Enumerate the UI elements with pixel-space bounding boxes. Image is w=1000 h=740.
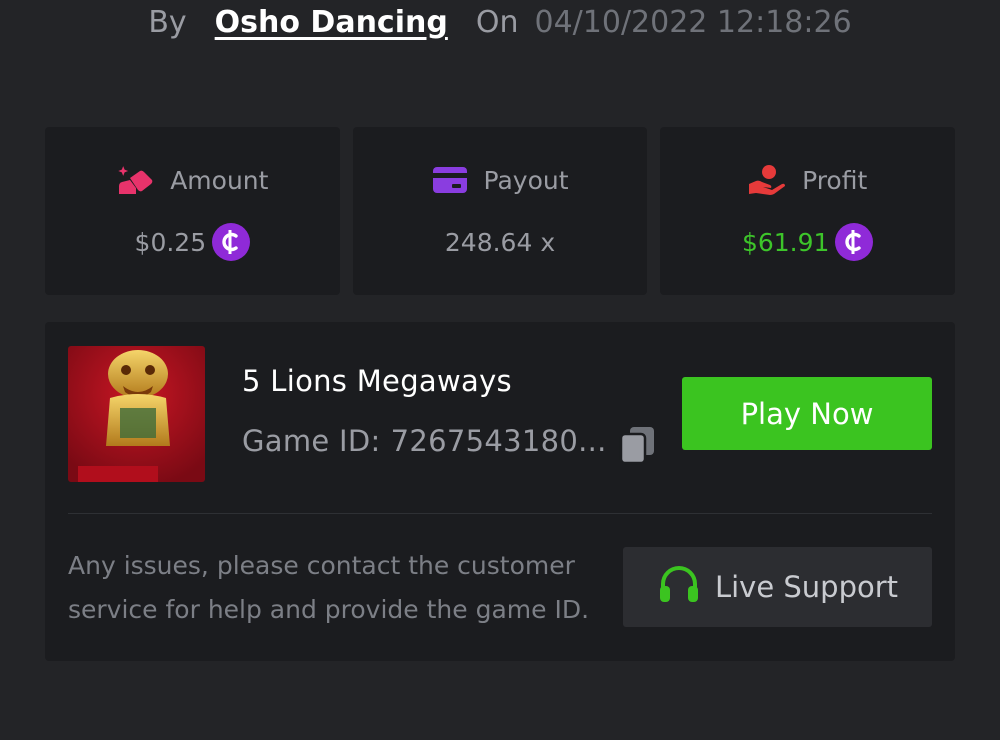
payout-value-row: 248.64 x [445, 223, 555, 261]
payout-label: Payout [483, 165, 569, 195]
play-now-button[interactable]: Play Now [682, 377, 932, 450]
coin-icon [835, 223, 874, 261]
headset-icon [657, 564, 701, 611]
payout-value: 248.64 x [444, 227, 556, 257]
live-support-label: Live Support [714, 570, 899, 604]
help-text: Any issues, please contact the customer … [68, 551, 590, 624]
on-label: On [475, 4, 519, 40]
bet-details-page: By Osho Dancing On 04/10/2022 12:18:26 A… [0, 0, 1000, 740]
author-link[interactable]: Osho Dancing [215, 5, 448, 40]
profit-title: Profit [748, 163, 867, 197]
profit-label: Profit [802, 165, 868, 195]
copy-icon[interactable] [619, 425, 657, 465]
live-support-button[interactable]: Live Support [623, 547, 932, 627]
amount-value-row: $0.25 [135, 223, 251, 261]
profit-value-row: $61.91 [741, 223, 874, 261]
game-card: 5 Lions Megaways Game ID: 7267543180... … [45, 322, 955, 661]
bet-amount-icon [116, 164, 154, 196]
profit-card: Profit $61.91 [660, 127, 956, 295]
hand-profit-icon [748, 164, 786, 196]
game-id: Game ID: 7267543180... [242, 424, 607, 458]
payout-card: Payout 248.64 x [352, 127, 648, 295]
game-id-label: Game ID: [242, 424, 381, 458]
amount-card: Amount $0.25 [45, 127, 340, 295]
game-name: 5 Lions Megaways [242, 364, 512, 398]
profit-value: $61.91 [741, 227, 830, 257]
card-icon [432, 166, 468, 194]
amount-label: Amount [170, 165, 269, 195]
stats-row: Amount $0.25 Payout 248.64 x Profit $61.… [45, 127, 956, 295]
timestamp: 04/10/2022 12:18:26 [534, 4, 852, 40]
payout-title: Payout [432, 163, 569, 197]
bet-header: By Osho Dancing On 04/10/2022 12:18:26 [0, 0, 1000, 44]
divider [68, 513, 932, 514]
amount-value: $0.25 [134, 227, 207, 257]
game-thumbnail[interactable] [68, 346, 205, 482]
game-id-value: 7267543180... [390, 424, 607, 458]
amount-title: Amount [116, 163, 268, 197]
coin-icon [212, 223, 251, 261]
by-label: By [148, 4, 187, 40]
